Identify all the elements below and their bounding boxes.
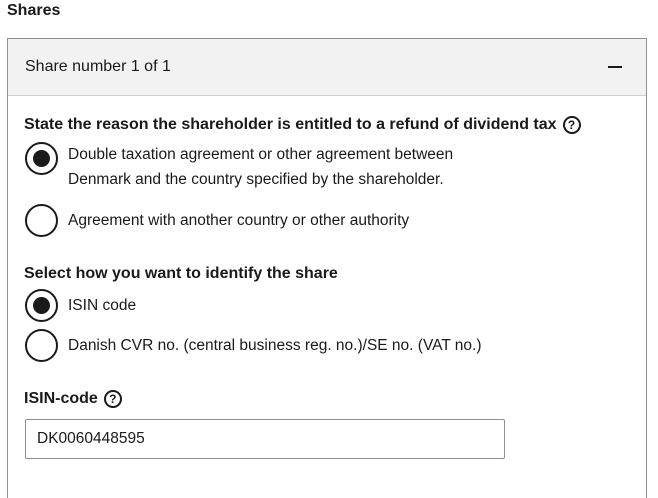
radio-selected-icon[interactable] bbox=[25, 142, 58, 175]
share-panel-title: Share number 1 of 1 bbox=[25, 58, 171, 75]
identify-option-isin[interactable]: ISIN code bbox=[25, 289, 136, 322]
radio-selected-icon[interactable] bbox=[25, 289, 58, 322]
share-panel: Share number 1 of 1 State the reason the… bbox=[7, 38, 647, 498]
reason-option-double-taxation[interactable]: Double taxation agreement or other agree… bbox=[25, 142, 453, 192]
reason-option-line1: Double taxation agreement or other agree… bbox=[68, 146, 454, 163]
isin-field-label: ISIN-code ? bbox=[24, 390, 122, 408]
reason-help-icon[interactable]: ? bbox=[562, 116, 581, 134]
radio-unselected-icon[interactable] bbox=[25, 329, 58, 362]
reason-option-other-agreement-label: Agreement with another country or other … bbox=[68, 212, 410, 229]
identify-option-isin-label: ISIN code bbox=[68, 297, 137, 314]
reason-option-double-taxation-label: Double taxation agreement or other agree… bbox=[68, 142, 453, 192]
identify-question: Select how you want to identify the shar… bbox=[24, 265, 338, 283]
share-panel-header[interactable]: Share number 1 of 1 bbox=[8, 39, 646, 96]
isin-label: ISIN-code bbox=[24, 390, 98, 407]
reason-question-label: State the reason the shareholder is enti… bbox=[24, 116, 557, 133]
isin-help-icon[interactable]: ? bbox=[103, 390, 122, 408]
reason-option-other-agreement[interactable]: Agreement with another country or other … bbox=[25, 204, 409, 237]
reason-option-line2: Denmark and the country specified by the… bbox=[68, 171, 444, 188]
radio-unselected-icon[interactable] bbox=[25, 204, 58, 237]
section-title: Shares bbox=[7, 2, 61, 19]
identify-option-cvr[interactable]: Danish CVR no. (central business reg. no… bbox=[25, 329, 482, 362]
reason-question: State the reason the shareholder is enti… bbox=[24, 116, 581, 134]
identify-option-cvr-label: Danish CVR no. (central business reg. no… bbox=[68, 337, 482, 354]
identify-question-label: Select how you want to identify the shar… bbox=[24, 265, 338, 282]
isin-input[interactable]: DK0060448595 bbox=[25, 419, 505, 459]
collapse-icon[interactable] bbox=[604, 56, 626, 78]
